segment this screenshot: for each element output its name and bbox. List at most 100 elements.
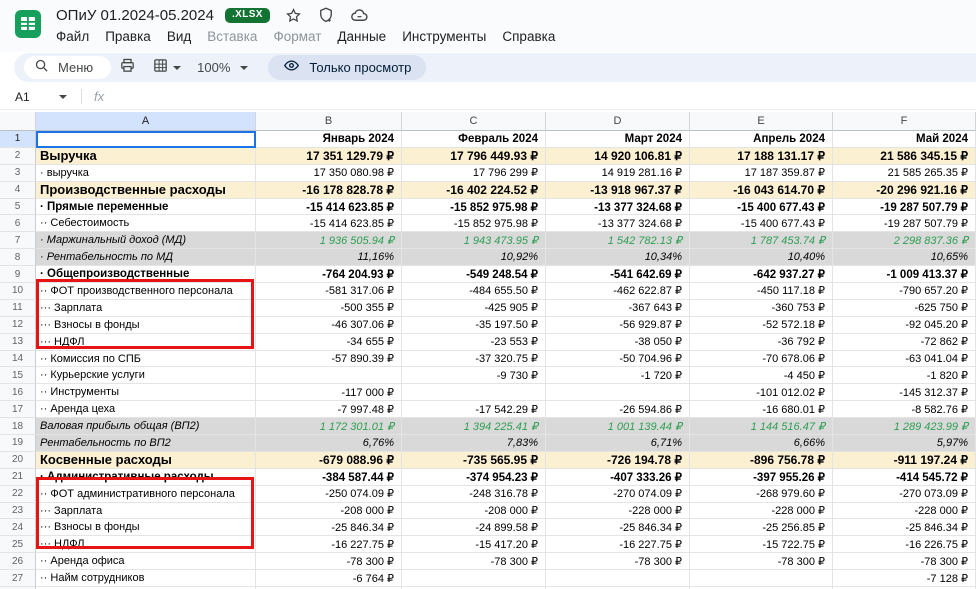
row-header[interactable]: 14 [0,351,36,368]
row-header[interactable]: 26 [0,553,36,570]
sheet-cell[interactable]: -4 450 ₽ [690,367,833,384]
sheet-cell[interactable]: -46 307.06 ₽ [256,317,402,334]
column-header-B[interactable]: B [256,112,402,131]
sheet-cell[interactable] [36,131,256,148]
sheet-cell[interactable]: Март 2024 [546,131,690,148]
sheet-cell[interactable]: -15 417.20 ₽ [402,536,546,553]
row-header[interactable]: 10 [0,283,36,300]
sheet-cell[interactable]: Апрель 2024 [690,131,833,148]
row-header[interactable]: 6 [0,215,36,232]
sheet-cell[interactable]: 21 585 265.35 ₽ [833,165,976,182]
sheet-cell[interactable]: 14 919 281.16 ₽ [546,165,690,182]
sheet-cell[interactable]: ·· Курьерские услуги [36,367,256,384]
sheet-cell[interactable]: ·· Себестоимость [36,215,256,232]
sheet-cell[interactable]: -15 722.75 ₽ [690,536,833,553]
sheet-cell[interactable]: -16 680.01 ₽ [690,401,833,418]
row-header[interactable]: 24 [0,519,36,536]
sheet-cell[interactable]: -92 045.20 ₽ [833,317,976,334]
sheet-cell[interactable]: -397 955.26 ₽ [690,469,833,486]
sheet-cell[interactable]: 17 187 359.87 ₽ [690,165,833,182]
sheet-cell[interactable]: -484 655.50 ₽ [402,283,546,300]
print-button[interactable] [111,56,144,80]
menu-item-edit[interactable]: Правка [97,26,159,47]
sheet-cell[interactable]: -13 377 324.68 ₽ [546,199,690,216]
sheet-cell[interactable]: -38 050 ₽ [546,334,690,351]
sheet-cell[interactable]: -25 256.85 ₽ [690,519,833,536]
row-header[interactable]: 13 [0,334,36,351]
sheet-cell[interactable]: -25 846.34 ₽ [256,519,402,536]
sheet-cell[interactable]: -145 312.37 ₽ [833,384,976,401]
zoom-control[interactable]: 100% [189,56,256,80]
sheet-cell[interactable]: ·· Аренда цеха [36,401,256,418]
sheet-cell[interactable]: -250 074.09 ₽ [256,486,402,503]
sheet-cell[interactable]: -16 227.75 ₽ [256,536,402,553]
sheet-cell[interactable]: -70 678.06 ₽ [690,351,833,368]
sheet-cell[interactable]: 6,76% [256,435,402,452]
sheet-cell[interactable]: -50 704.96 ₽ [546,351,690,368]
sheet-cell[interactable]: -72 862 ₽ [833,334,976,351]
sheet-cell[interactable]: 10,65% [833,249,976,266]
row-header[interactable]: 23 [0,503,36,520]
menu-item-tools[interactable]: Инструменты [394,26,494,47]
sheet-cell[interactable]: 1 001 139.44 ₽ [546,418,690,435]
sheet-cell[interactable]: ··· Зарплата [36,503,256,520]
column-header-C[interactable]: C [402,112,546,131]
sheet-cell[interactable]: -228 000 ₽ [833,503,976,520]
row-header[interactable]: 12 [0,317,36,334]
row-header[interactable]: 17 [0,401,36,418]
sheet-cell[interactable]: -19 287 507.79 ₽ [833,215,976,232]
sheet-cell[interactable]: -374 954.23 ₽ [402,469,546,486]
badge-plus-icon[interactable] [317,6,335,24]
row-header[interactable]: 8 [0,249,36,266]
sheet-cell[interactable]: · Маржинальный доход (МД) [36,232,256,249]
sheet-cell[interactable]: Февраль 2024 [402,131,546,148]
sheet-cell[interactable]: 6,66% [690,435,833,452]
sheet-cell[interactable]: -679 088.96 ₽ [256,452,402,469]
sheet-cell[interactable]: -228 000 ₽ [546,503,690,520]
sheet-cell[interactable]: 10,92% [402,249,546,266]
sheet-cell[interactable]: -101 012.02 ₽ [690,384,833,401]
sheet-cell[interactable]: -63 041.04 ₽ [833,351,976,368]
sheet-cell[interactable]: -23 553 ₽ [402,334,546,351]
sheet-cell[interactable]: 6,71% [546,435,690,452]
sheet-cell[interactable]: 1 172 301.01 ₽ [256,418,402,435]
sheet-cell[interactable]: -15 414 623.85 ₽ [256,199,402,216]
sheet-cell[interactable]: -57 890.39 ₽ [256,351,402,368]
sheet-cell[interactable]: -208 000 ₽ [256,503,402,520]
sheet-cell[interactable]: -790 657.20 ₽ [833,283,976,300]
sheet-cell[interactable]: -19 287 507.79 ₽ [833,199,976,216]
sheet-cell[interactable]: -911 197.24 ₽ [833,452,976,469]
sheet-cell[interactable]: -581 317.06 ₽ [256,283,402,300]
sheet-cell[interactable] [402,570,546,587]
grid-corner[interactable] [0,112,36,131]
sheet-cell[interactable]: -7 997.48 ₽ [256,401,402,418]
sheet-cell[interactable]: -16 178 828.78 ₽ [256,182,402,199]
sheet-cell[interactable]: -17 542.29 ₽ [402,401,546,418]
sheet-cell[interactable]: -270 073.09 ₽ [833,486,976,503]
column-header-E[interactable]: E [690,112,833,131]
row-header[interactable]: 11 [0,300,36,317]
sheet-cell[interactable]: -15 400 677.43 ₽ [690,215,833,232]
row-header[interactable]: 3 [0,165,36,182]
name-box-caret-icon[interactable] [59,95,67,99]
row-header[interactable]: 16 [0,384,36,401]
row-header[interactable]: 21 [0,469,36,486]
sheet-cell[interactable]: -78 300 ₽ [546,553,690,570]
row-header[interactable]: 4 [0,182,36,199]
sheet-cell[interactable]: -268 979.60 ₽ [690,486,833,503]
sheet-cell[interactable]: -15 852 975.98 ₽ [402,199,546,216]
sheet-cell[interactable]: -414 545.72 ₽ [833,469,976,486]
menu-search-button[interactable]: Меню [24,56,111,79]
sheet-cell[interactable]: -425 905 ₽ [402,300,546,317]
sheet-cell[interactable]: 1 936 505.94 ₽ [256,232,402,249]
sheet-cell[interactable]: 21 586 345.15 ₽ [833,148,976,165]
row-header[interactable]: 1 [0,131,36,148]
sheet-cell[interactable]: 1 144 516.47 ₽ [690,418,833,435]
sheet-cell[interactable]: -384 587.44 ₽ [256,469,402,486]
sheet-cell[interactable]: -367 643 ₽ [546,300,690,317]
sheet-cell[interactable]: -117 000 ₽ [256,384,402,401]
sheet-cell[interactable]: Май 2024 [833,131,976,148]
sheet-cell[interactable]: · Общепроизводственные [36,266,256,283]
sheet-cell[interactable] [690,570,833,587]
sheet-cell[interactable]: -625 750 ₽ [833,300,976,317]
